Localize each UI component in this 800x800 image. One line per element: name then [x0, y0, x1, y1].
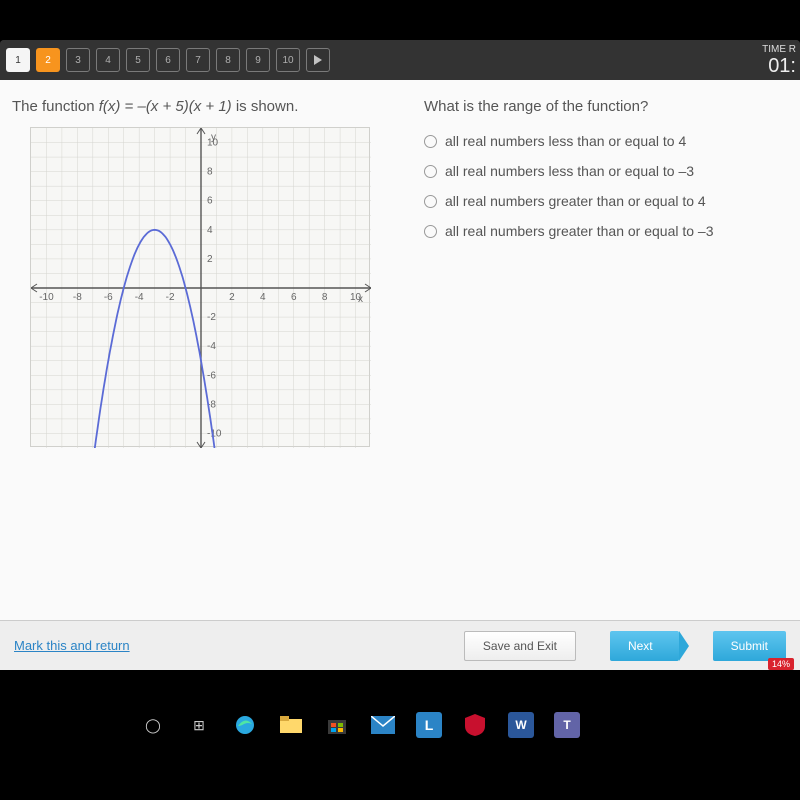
function-graph: -10-8-6-4-2246810-10-8-6-4-2246810xy: [30, 127, 370, 447]
timer-value: 01:: [762, 55, 796, 78]
edge-icon[interactable]: [232, 712, 258, 738]
svg-text:y: y: [211, 132, 216, 143]
svg-text:x: x: [358, 294, 363, 305]
question-nav-bar: 1 2 3 4 5 6 7 8 9 10 TIME R 01:: [0, 40, 800, 80]
l-app-icon[interactable]: L: [416, 712, 442, 738]
mcafee-icon[interactable]: [462, 712, 488, 738]
submit-button[interactable]: Submit: [713, 631, 786, 661]
right-column: What is the range of the function? all r…: [412, 98, 788, 608]
left-column: The function f(x) = –(x + 5)(x + 1) is s…: [12, 98, 412, 608]
windows-taskbar: ◯ ⊞ L W T: [140, 705, 580, 745]
next-button[interactable]: Next: [610, 631, 679, 661]
svg-text:-2: -2: [207, 312, 216, 323]
timer-display: TIME R 01:: [762, 44, 800, 78]
svg-text:8: 8: [322, 292, 328, 303]
start-icon[interactable]: ◯: [140, 712, 166, 738]
svg-text:-2: -2: [166, 292, 175, 303]
svg-text:-6: -6: [207, 370, 216, 381]
svg-text:8: 8: [207, 167, 213, 178]
option-d[interactable]: all real numbers greater than or equal t…: [424, 223, 788, 239]
option-label: all real numbers less than or equal to –…: [445, 163, 694, 179]
option-b[interactable]: all real numbers less than or equal to –…: [424, 163, 788, 179]
svg-text:-8: -8: [73, 292, 82, 303]
svg-text:-10: -10: [207, 428, 222, 439]
nav-item-3[interactable]: 3: [66, 48, 90, 72]
svg-text:-10: -10: [39, 292, 54, 303]
nav-item-9[interactable]: 9: [246, 48, 270, 72]
option-label: all real numbers greater than or equal t…: [445, 223, 714, 239]
save-exit-button[interactable]: Save and Exit: [464, 631, 576, 661]
function-expression: f(x) = –(x + 5)(x + 1): [99, 98, 232, 115]
chart-svg: -10-8-6-4-2246810-10-8-6-4-2246810xy: [31, 128, 371, 448]
svg-text:-4: -4: [135, 292, 144, 303]
store-icon[interactable]: [324, 712, 350, 738]
teams-icon[interactable]: T: [554, 712, 580, 738]
taskview-icon[interactable]: ⊞: [186, 712, 212, 738]
nav-item-6[interactable]: 6: [156, 48, 180, 72]
svg-text:-6: -6: [104, 292, 113, 303]
question-content: The function f(x) = –(x + 5)(x + 1) is s…: [0, 80, 800, 620]
mail-icon[interactable]: [370, 712, 396, 738]
svg-text:4: 4: [260, 292, 266, 303]
nav-item-2[interactable]: 2: [36, 48, 60, 72]
nav-play-button[interactable]: [306, 48, 330, 72]
mark-return-link[interactable]: Mark this and return: [14, 638, 454, 653]
radio-icon: [424, 165, 437, 178]
svg-text:4: 4: [207, 225, 213, 236]
app-window: 1 2 3 4 5 6 7 8 9 10 TIME R 01: The func…: [0, 40, 800, 670]
word-icon[interactable]: W: [508, 712, 534, 738]
svg-text:-4: -4: [207, 341, 216, 352]
timer-label: TIME R: [762, 44, 796, 55]
nav-item-7[interactable]: 7: [186, 48, 210, 72]
svg-text:6: 6: [291, 292, 297, 303]
option-label: all real numbers greater than or equal t…: [445, 193, 706, 209]
battery-indicator: 14%: [768, 658, 794, 670]
nav-item-5[interactable]: 5: [126, 48, 150, 72]
nav-item-1[interactable]: 1: [6, 48, 30, 72]
explorer-icon[interactable]: [278, 712, 304, 738]
question-text: What is the range of the function?: [424, 98, 788, 115]
radio-icon: [424, 195, 437, 208]
radio-icon: [424, 225, 437, 238]
option-a[interactable]: all real numbers less than or equal to 4: [424, 133, 788, 149]
answer-options: all real numbers less than or equal to 4…: [424, 133, 788, 239]
option-label: all real numbers less than or equal to 4: [445, 133, 686, 149]
radio-icon: [424, 135, 437, 148]
option-c[interactable]: all real numbers greater than or equal t…: [424, 193, 788, 209]
svg-text:6: 6: [207, 196, 213, 207]
nav-item-8[interactable]: 8: [216, 48, 240, 72]
prompt-text: The function f(x) = –(x + 5)(x + 1) is s…: [12, 98, 412, 115]
footer-bar: Mark this and return Save and Exit Next …: [0, 620, 800, 670]
svg-text:2: 2: [229, 292, 235, 303]
nav-item-4[interactable]: 4: [96, 48, 120, 72]
nav-item-10[interactable]: 10: [276, 48, 300, 72]
svg-text:2: 2: [207, 254, 213, 265]
